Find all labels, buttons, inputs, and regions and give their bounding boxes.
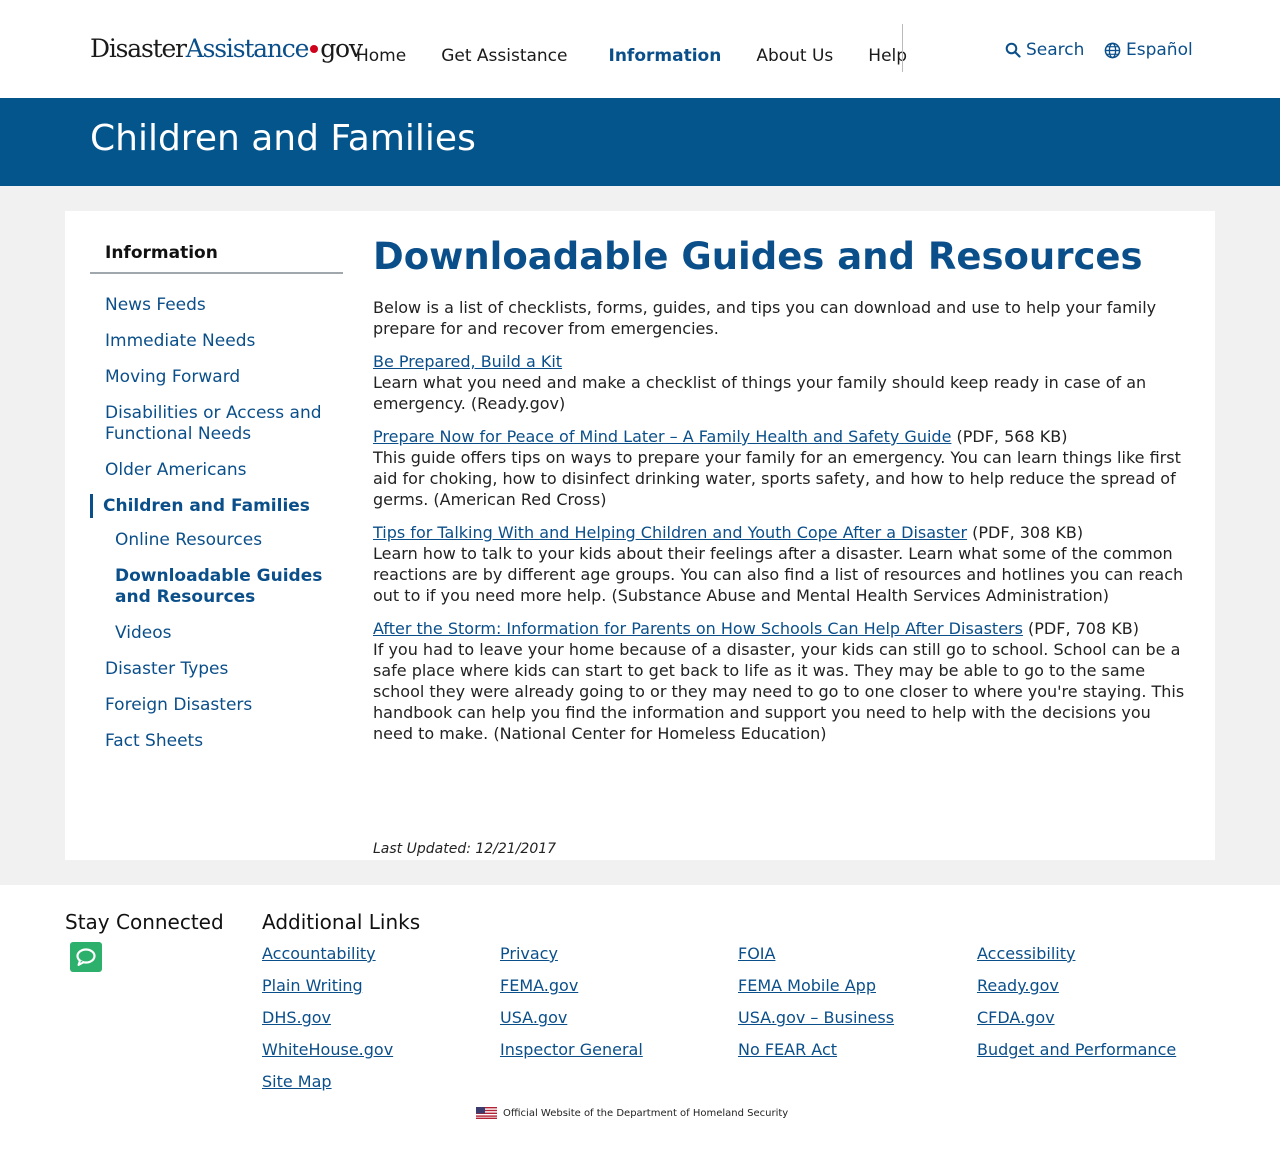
- search-icon: [1005, 42, 1021, 58]
- sidebar-item-older-americans[interactable]: Older Americans: [90, 460, 343, 481]
- nav-get-assistance[interactable]: Get Assistance: [441, 46, 567, 66]
- footer-link-budget-performance[interactable]: Budget and Performance: [977, 1039, 1202, 1060]
- sidebar-list: News Feeds Immediate Needs Moving Forwar…: [90, 295, 343, 752]
- chat-bubble-icon[interactable]: [70, 942, 102, 972]
- footer-link-no-fear-act[interactable]: No FEAR Act: [738, 1039, 977, 1060]
- page-banner: Children and Families: [0, 98, 1280, 186]
- intro-text: Below is a list of checklists, forms, gu…: [373, 298, 1157, 338]
- resource-description: Learn how to talk to your kids about the…: [373, 544, 1184, 605]
- footer-link-foia[interactable]: FOIA: [738, 943, 977, 964]
- sidebar-item-moving-forward[interactable]: Moving Forward: [90, 367, 343, 388]
- footer-link-dhs[interactable]: DHS.gov: [262, 1007, 500, 1028]
- logo-text-disaster: Disaster: [90, 34, 187, 63]
- resource-file-info: (PDF, 708 KB): [1022, 619, 1139, 638]
- sidebar-subitem-videos[interactable]: Videos: [90, 623, 343, 644]
- footer-link-usa-business[interactable]: USA.gov – Business: [738, 1007, 977, 1028]
- resource-item: Prepare Now for Peace of Mind Later – A …: [373, 426, 1193, 510]
- language-link[interactable]: Español: [1104, 40, 1193, 60]
- logo-dot: [310, 44, 319, 53]
- site-header: DisasterAssistance gov Home Get Assistanc…: [0, 0, 1280, 98]
- sidebar-item-foreign-disasters[interactable]: Foreign Disasters: [90, 695, 343, 716]
- search-label: Search: [1026, 40, 1085, 60]
- stay-connected-heading: Stay Connected: [65, 910, 224, 934]
- sidebar-item-news-feeds[interactable]: News Feeds: [90, 295, 343, 316]
- sidebar-subitem-online-resources[interactable]: Online Resources: [90, 530, 343, 551]
- footer-link-whitehouse[interactable]: WhiteHouse.gov: [262, 1039, 500, 1060]
- footer-link-privacy[interactable]: Privacy: [500, 943, 738, 964]
- footer-link-plain-writing[interactable]: Plain Writing: [262, 975, 500, 996]
- page-title: Children and Families: [90, 118, 476, 159]
- footer-link-cfda[interactable]: CFDA.gov: [977, 1007, 1202, 1028]
- official-website-notice: Official Website of the Department of Ho…: [476, 1107, 788, 1119]
- footer-links: Accountability Privacy FOIA Accessibilit…: [262, 943, 1202, 1092]
- resource-item: Be Prepared, Build a Kit Learn what you …: [373, 351, 1193, 414]
- sidebar: Information News Feeds Immediate Needs M…: [90, 243, 343, 767]
- additional-links-heading: Additional Links: [262, 910, 421, 934]
- footer-link-fema[interactable]: FEMA.gov: [500, 975, 738, 996]
- last-updated: Last Updated: 12/21/2017: [373, 841, 557, 857]
- resource-file-info: (PDF, 308 KB): [967, 523, 1084, 542]
- footer-link-accessibility[interactable]: Accessibility: [977, 943, 1202, 964]
- content-heading: Downloadable Guides and Resources: [373, 235, 1143, 278]
- resource-link[interactable]: Tips for Talking With and Helping Childr…: [373, 523, 967, 542]
- official-text: Official Website of the Department of Ho…: [503, 1107, 789, 1119]
- footer-link-inspector-general[interactable]: Inspector General: [500, 1039, 738, 1060]
- sidebar-title: Information: [90, 243, 343, 274]
- search-link[interactable]: Search: [1005, 40, 1084, 60]
- resource-item: Tips for Talking With and Helping Childr…: [373, 522, 1193, 606]
- main-nav: Home Get Assistance Information About Us…: [356, 46, 942, 66]
- globe-icon: [1104, 42, 1121, 58]
- resource-description: This guide offers tips on ways to prepar…: [373, 448, 1181, 509]
- site-footer: Stay Connected Additional Links Accounta…: [0, 885, 1280, 1160]
- footer-link-fema-mobile-app[interactable]: FEMA Mobile App: [738, 975, 977, 996]
- sidebar-item-immediate-needs[interactable]: Immediate Needs: [90, 331, 343, 352]
- nav-about-us[interactable]: About Us: [756, 46, 833, 66]
- resource-file-info: (PDF, 568 KB): [951, 427, 1068, 446]
- sidebar-item-disaster-types[interactable]: Disaster Types: [90, 659, 343, 680]
- content-card: Information News Feeds Immediate Needs M…: [65, 211, 1215, 860]
- resource-description: If you had to leave your home because of…: [373, 640, 1185, 743]
- content-area: Information News Feeds Immediate Needs M…: [0, 186, 1280, 885]
- footer-link-ready[interactable]: Ready.gov: [977, 975, 1202, 996]
- sidebar-item-fact-sheets[interactable]: Fact Sheets: [90, 731, 343, 752]
- logo-text-assistance: Assistance: [185, 34, 310, 63]
- resource-link[interactable]: Prepare Now for Peace of Mind Later – A …: [373, 427, 951, 446]
- footer-link-site-map[interactable]: Site Map: [262, 1071, 500, 1092]
- resource-item: After the Storm: Information for Parents…: [373, 618, 1193, 744]
- language-label: Español: [1126, 40, 1193, 60]
- sidebar-item-children-families[interactable]: Children and Families: [90, 494, 343, 518]
- footer-link-usa[interactable]: USA.gov: [500, 1007, 738, 1028]
- resource-link[interactable]: After the Storm: Information for Parents…: [373, 619, 1023, 638]
- sidebar-subitem-downloadable-guides[interactable]: Downloadable Guides and Resources: [90, 566, 343, 608]
- us-flag-icon: [476, 1107, 497, 1119]
- footer-link-accountability[interactable]: Accountability: [262, 943, 500, 964]
- site-logo[interactable]: DisasterAssistance gov: [90, 34, 363, 63]
- sidebar-item-disabilities[interactable]: Disabilities or Access and Functional Ne…: [90, 403, 343, 445]
- nav-home[interactable]: Home: [356, 46, 406, 66]
- nav-divider: [902, 24, 903, 72]
- main-content: Downloadable Guides and Resources Below …: [373, 235, 1193, 858]
- resource-link[interactable]: Be Prepared, Build a Kit: [373, 352, 562, 371]
- resource-description: Learn what you need and make a checklist…: [373, 373, 1147, 413]
- nav-information[interactable]: Information: [609, 46, 722, 66]
